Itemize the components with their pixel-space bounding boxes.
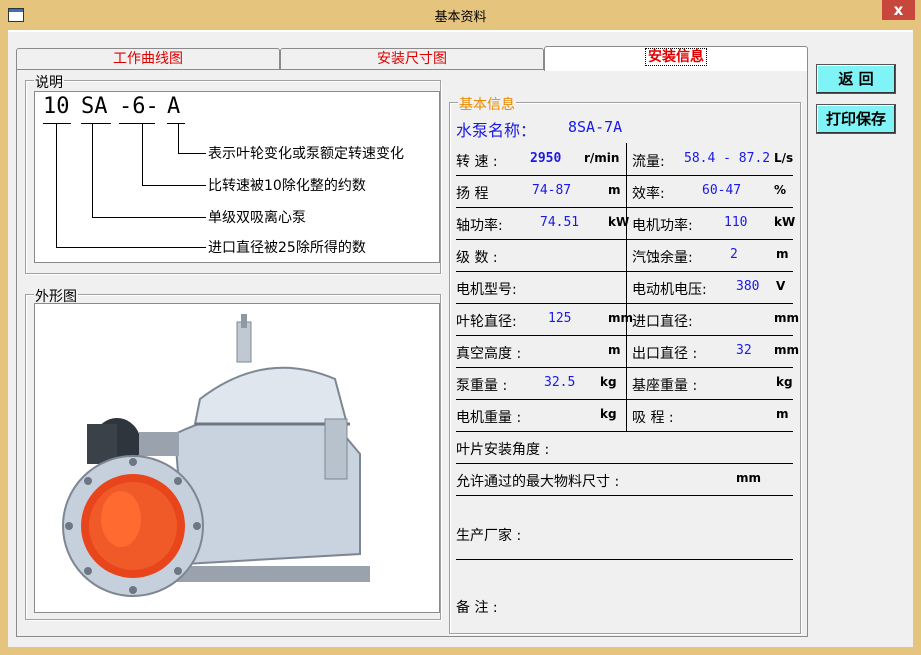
motor-power-label: 电机功率: xyxy=(632,218,693,234)
back-button[interactable]: 返 回 xyxy=(816,64,896,94)
spec-row: 叶片安装角度 : xyxy=(456,431,793,464)
model-code-diagram: 10 SA -6- A 表示叶轮变化或泵额定转速变化 比转速被10除化整的约数 … xyxy=(34,91,440,263)
pump-illustration xyxy=(35,304,439,612)
speed-value: 2950 xyxy=(530,151,562,166)
shaft-power-unit: kW xyxy=(608,215,630,229)
description-group-label: 说明 xyxy=(34,72,64,92)
spec-row: 转 速 : 2950 r/min 流量: 58.4 - 87.2 L/s xyxy=(456,143,793,176)
spec-row: 扬 程 74-87 m 效率: 60-47 % xyxy=(456,175,793,208)
spec-row: 生产厂家 : xyxy=(456,495,793,560)
impeller-diameter-value: 125 xyxy=(548,311,572,326)
speed-unit: r/min xyxy=(584,151,620,165)
close-button[interactable]: x xyxy=(882,0,915,20)
print-save-button[interactable]: 打印保存 xyxy=(816,104,896,134)
annotation-impeller-change: 表示叶轮变化或泵额定转速变化 xyxy=(208,146,404,162)
efficiency-value: 60-47 xyxy=(702,183,742,198)
spec-row: 真空高度 : m 出口直径 : 32 mm xyxy=(456,335,799,368)
model-part-impeller: A xyxy=(167,94,181,119)
motor-model-label: 电机型号: xyxy=(456,282,517,298)
manufacturer-label: 生产厂家 : xyxy=(456,528,522,544)
npsh-label: 汽蚀余量: xyxy=(632,250,693,266)
annotation-inlet-diameter: 进口直径被25除所得的数 xyxy=(208,240,366,256)
model-part-type: SA xyxy=(81,94,108,119)
motor-weight-label: 电机重量 : xyxy=(456,410,522,426)
tab-control: 工作曲线图 安装尺寸图 安装信息 说明 10 SA -6- A 表示叶轮变化或泵… xyxy=(16,46,808,637)
basic-info-group-label: 基本信息 xyxy=(458,94,516,114)
efficiency-unit: % xyxy=(774,183,787,197)
motor-weight-unit: kg xyxy=(600,407,617,421)
speed-label: 转 速 : xyxy=(456,154,498,170)
suction-lift-unit: m xyxy=(776,407,789,421)
spec-row: 允许通过的最大物料尺寸 : mm xyxy=(456,463,793,496)
outlet-diameter-unit: mm xyxy=(774,343,800,357)
pump-weight-label: 泵重量 : xyxy=(456,378,508,394)
client-area: 工作曲线图 安装尺寸图 安装信息 说明 10 SA -6- A 表示叶轮变化或泵… xyxy=(8,30,913,647)
outlet-diameter-label: 出口直径 : xyxy=(632,346,698,362)
tab-panel: 说明 10 SA -6- A 表示叶轮变化或泵额定转速变化 比转速被10除化整的… xyxy=(16,69,808,637)
tab-install-dimensions[interactable]: 安装尺寸图 xyxy=(280,48,544,70)
description-group: 说明 10 SA -6- A 表示叶轮变化或泵额定转速变化 比转速被10除化整的… xyxy=(25,72,441,274)
head-value: 74-87 xyxy=(532,183,572,198)
annotation-pump-type: 单级双吸离心泵 xyxy=(208,210,306,226)
impeller-diameter-unit: mm xyxy=(608,311,634,325)
npsh-value: 2 xyxy=(730,247,738,262)
pump-weight-value: 32.5 xyxy=(544,375,576,390)
spec-row: 级 数 : 汽蚀余量: 2 m xyxy=(456,239,793,272)
model-part-inlet: 10 xyxy=(43,94,70,119)
vacuum-height-unit: m xyxy=(608,343,621,357)
remarks-label: 备 注 : xyxy=(456,600,498,616)
spec-row: 电机型号: 电动机电压: 380 V xyxy=(456,271,793,304)
pump-weight-unit: kg xyxy=(600,375,617,389)
flow-label: 流量: xyxy=(632,154,665,170)
motor-power-value: 110 xyxy=(724,215,748,230)
stages-label: 级 数 : xyxy=(456,250,498,266)
impeller-diameter-label: 叶轮直径: xyxy=(456,314,517,330)
inlet-diameter-label: 进口直径: xyxy=(632,314,693,330)
flow-value: 58.4 - 87.2 xyxy=(684,151,771,166)
spec-row: 泵重量 : 32.5 kg 基座重量 : kg xyxy=(456,367,793,400)
shaft-power-value: 74.51 xyxy=(540,215,580,230)
base-weight-label: 基座重量 : xyxy=(632,378,698,394)
spec-row: 叶轮直径: 125 mm 进口直径: mm xyxy=(456,303,799,336)
model-part-speed: -6- xyxy=(119,94,159,119)
title-bar: 基本资料 x xyxy=(0,0,921,30)
head-unit: m xyxy=(608,183,621,197)
max-particle-label: 允许通过的最大物料尺寸 : xyxy=(456,474,620,490)
tab-install-info[interactable]: 安装信息 xyxy=(544,46,808,71)
inlet-diameter-unit: mm xyxy=(774,311,800,325)
annotation-specific-speed: 比转速被10除化整的约数 xyxy=(208,178,366,194)
shaft-power-label: 轴功率: xyxy=(456,218,503,234)
window-title: 基本资料 xyxy=(434,10,487,25)
blade-angle-label: 叶片安装角度 : xyxy=(456,442,550,458)
outlet-diameter-value: 32 xyxy=(736,343,752,358)
head-label: 扬 程 xyxy=(456,186,489,202)
spec-row: 轴功率: 74.51 kW 电机功率: 110 kW xyxy=(456,207,796,240)
suction-lift-label: 吸 程 : xyxy=(632,410,674,426)
basic-info-group: 基本信息 水泵名称： 8SA-7A 转 速 : 2950 r/min 流量: 5… xyxy=(449,94,801,634)
motor-voltage-value: 380 xyxy=(736,279,760,294)
app-window: 基本资料 x 工作曲线图 安装尺寸图 安装信息 说明 10 SA -6- A 表… xyxy=(0,0,921,655)
tab-work-curve[interactable]: 工作曲线图 xyxy=(16,48,280,70)
efficiency-label: 效率: xyxy=(632,186,665,202)
pump-name-value: 8SA-7A xyxy=(568,118,623,136)
base-weight-unit: kg xyxy=(776,375,793,389)
max-particle-unit: mm xyxy=(736,471,762,485)
motor-voltage-label: 电动机电压: xyxy=(632,282,707,298)
spec-row: 电机重量 : kg 吸 程 : m xyxy=(456,399,793,432)
vacuum-height-label: 真空高度 : xyxy=(456,346,522,362)
appearance-group: 外形图 xyxy=(25,286,441,620)
motor-power-unit: kW xyxy=(774,215,796,229)
pump-photo xyxy=(34,303,440,613)
flow-unit: L/s xyxy=(774,151,794,165)
npsh-unit: m xyxy=(776,247,789,261)
motor-voltage-unit: V xyxy=(776,279,786,293)
pump-name-label: 水泵名称： xyxy=(456,121,537,140)
